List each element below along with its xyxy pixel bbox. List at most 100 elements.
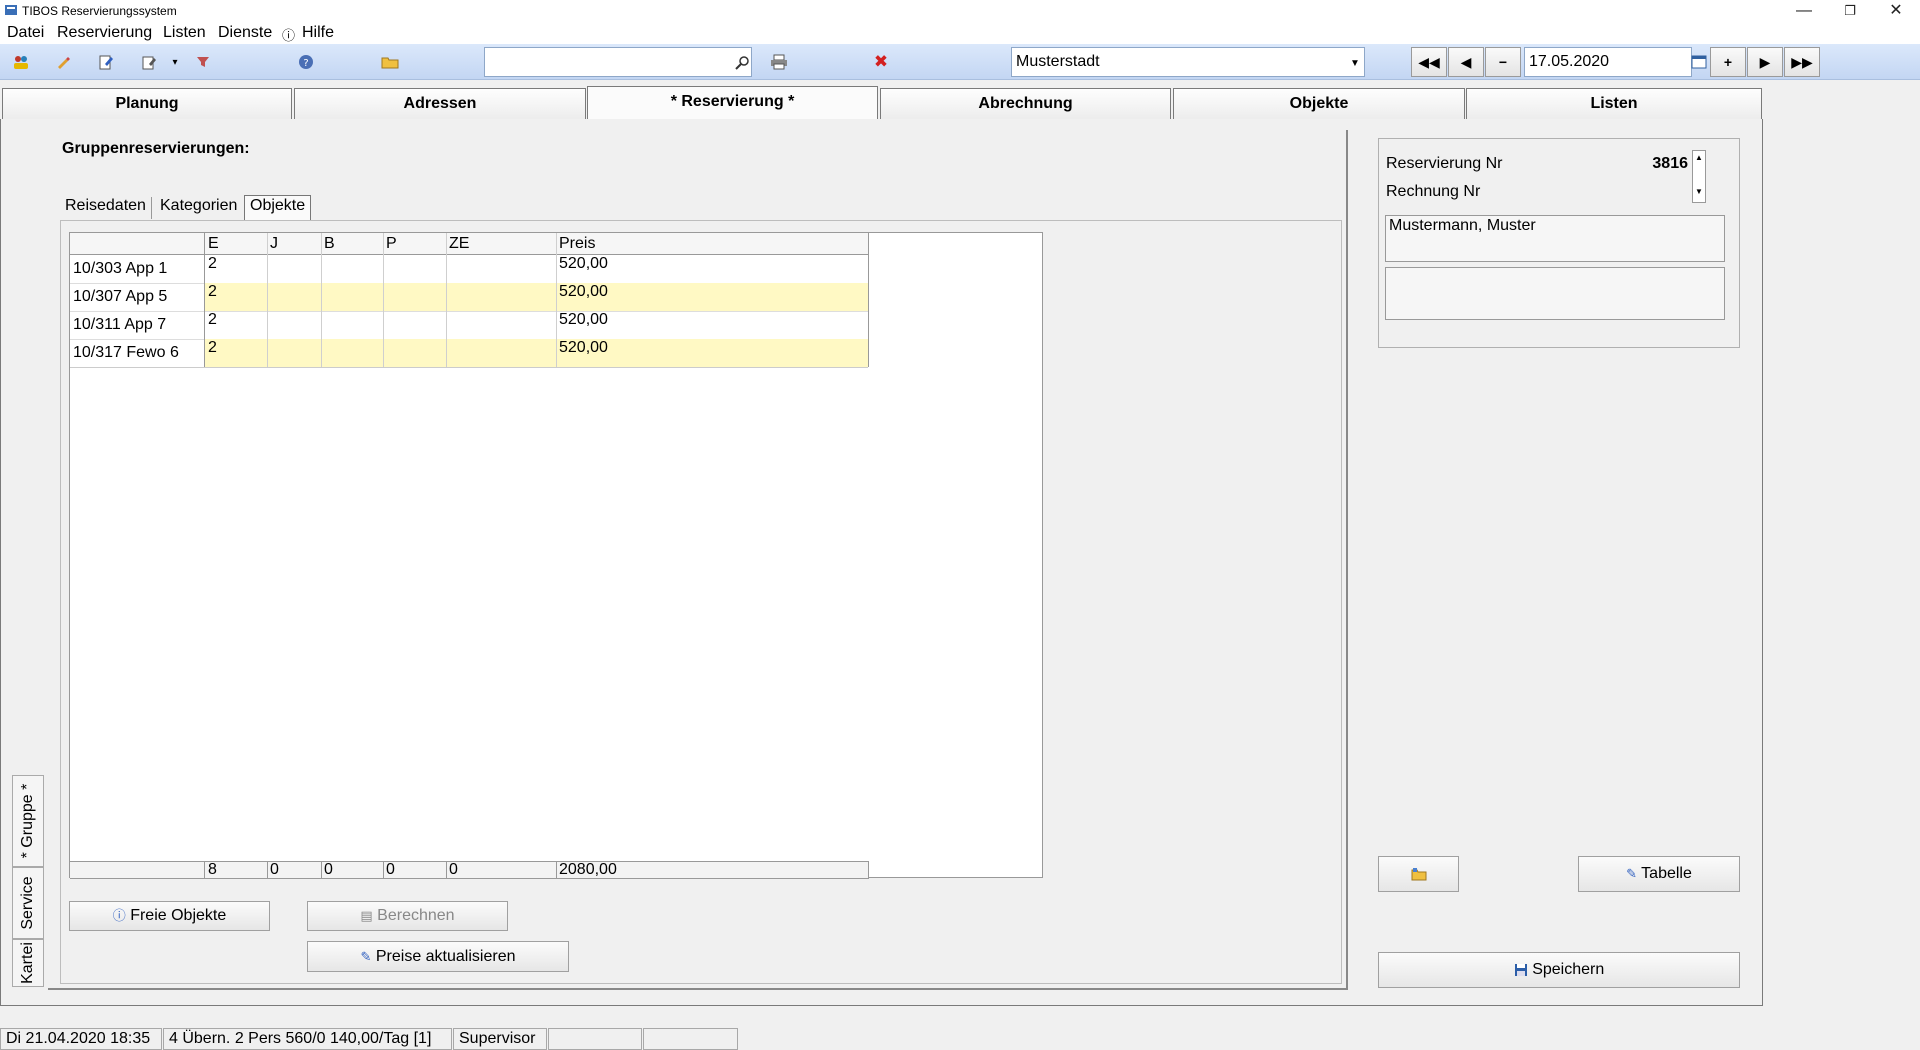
row-object-name[interactable]: 10/311 App 7 [70,311,204,339]
toolbar: ▾ ? ✖ Musterstadt ▼ ◀◀ ◀ − 17.05.2020 + … [0,44,1920,80]
side-tab-gruppe[interactable]: * Gruppe * [12,775,44,867]
menu-listen[interactable]: Listen [163,24,206,42]
document-print-icon[interactable] [140,53,158,71]
menu-bar: Datei Reservierung Listen Dienste ⓘ Hilf… [0,22,1920,44]
cell-preis[interactable]: 520,00 [556,337,868,359]
svg-text:?: ? [303,58,308,69]
search-input[interactable] [484,47,752,77]
reservation-spinner[interactable]: ▲ ▼ [1692,150,1706,203]
minimize-button[interactable]: — [1781,0,1827,22]
menu-datei[interactable]: Datei [7,24,44,42]
close-window-button[interactable]: ✕ [1873,0,1919,22]
users-icon[interactable] [12,53,30,71]
location-select[interactable]: Musterstadt [1011,47,1365,77]
chevron-down-icon[interactable]: ▼ [1346,54,1364,72]
help-circle-icon[interactable]: ? [297,53,315,71]
row-object-name[interactable]: 10/307 App 5 [70,283,204,311]
cell-preis[interactable]: 520,00 [556,281,868,303]
search-icon[interactable] [733,54,751,72]
freie-objekte-button[interactable]: ⓘ Freie Objekte [69,901,270,931]
row-separator [70,367,868,368]
spinner-down-icon[interactable]: ▼ [1695,187,1703,196]
speichern-button[interactable]: Speichern [1378,952,1740,988]
printer-icon[interactable] [770,53,788,71]
status-empty [643,1028,738,1050]
tabelle-button[interactable]: ✎ Tabelle [1578,856,1740,892]
spinner-up-icon[interactable]: ▲ [1695,153,1703,162]
restore-button[interactable]: ❐ [1827,0,1873,22]
tab-abrechnung[interactable]: Abrechnung [880,88,1171,120]
cell-e[interactable]: 2 [205,253,267,275]
subtab-divider [151,197,152,219]
edit-document-icon[interactable] [97,53,115,71]
subtab-objekte[interactable]: Objekte [244,195,312,221]
column-line [868,861,869,879]
preise-aktualisieren-button[interactable]: ✎ Preise aktualisieren [307,941,569,972]
delete-icon[interactable]: ✖ [872,52,890,71]
app-icon [5,5,17,15]
menu-reservierung[interactable]: Reservierung [57,24,152,42]
save-icon [1514,963,1527,976]
tab-objekte[interactable]: Objekte [1173,88,1465,120]
cell-e[interactable]: 2 [205,309,267,331]
cell-e[interactable]: 2 [205,281,267,303]
filter-icon[interactable] [194,53,212,71]
next-date-button[interactable]: ▶ [1747,47,1783,77]
column-header-e[interactable]: E [205,233,267,255]
side-tab-kartei[interactable]: Kartei [12,939,44,987]
reservierung-number: 3816 [1652,155,1688,172]
window-title: TIBOS Reservierungssystem [22,4,177,18]
column-header-preis[interactable]: Preis [556,233,868,255]
address-field[interactable]: Mustermann, Muster [1385,215,1725,262]
berechnen-button[interactable]: ▤ Berechnen [307,901,508,931]
total-p: 0 [386,861,395,878]
side-tab-service[interactable]: Service [12,867,44,939]
column-line [321,233,322,367]
reservierung-label: Reservierung Nr [1386,155,1503,172]
tab-listen[interactable]: Listen [1466,88,1762,120]
tab-reservierung[interactable]: * Reservierung * [587,86,878,120]
title-bar: TIBOS Reservierungssystem — ❐ ✕ [0,0,1920,22]
status-datetime: Di 21.04.2020 18:35 [0,1028,162,1050]
calendar-icon[interactable] [1690,53,1708,71]
column-header-j[interactable]: J [267,233,321,255]
column-header-ze[interactable]: ZE [446,233,556,255]
edit-icon: ✎ [360,949,372,964]
rechnung-label: Rechnung Nr [1386,183,1481,200]
previous-date-button[interactable]: ◀ [1448,47,1484,77]
status-user: Supervisor [453,1028,547,1050]
status-summary: 4 Übern. 2 Pers 560/0 140,00/Tag [1] [163,1028,452,1050]
subtab-kategorien[interactable]: Kategorien [155,195,242,221]
date-field[interactable]: 17.05.2020 [1524,47,1692,77]
help-icon: ⓘ [282,28,296,43]
column-line [868,233,869,367]
row-object-name[interactable]: 10/317 Fewo 6 [70,339,204,367]
subtab-reisedaten[interactable]: Reisedaten [60,195,151,221]
column-header-p[interactable]: P [383,233,446,255]
status-bar: Di 21.04.2020 18:35 4 Übern. 2 Pers 560/… [0,1026,1920,1050]
new-item-button[interactable] [1378,856,1459,892]
plus-button[interactable]: + [1710,47,1746,77]
pencil-icon[interactable] [54,53,72,71]
total-preis: 2080,00 [559,861,617,878]
cell-preis[interactable]: 520,00 [556,309,868,331]
cell-e[interactable]: 2 [205,337,267,359]
total-j: 0 [270,861,279,878]
dropdown-arrow-icon[interactable]: ▾ [170,53,180,71]
minus-button[interactable]: − [1485,47,1521,77]
first-date-button[interactable]: ◀◀ [1411,47,1447,77]
row-object-name[interactable]: 10/303 App 1 [70,255,204,283]
last-date-button[interactable]: ▶▶ [1784,47,1820,77]
tab-adressen[interactable]: Adressen [294,88,586,120]
note-field[interactable] [1385,267,1725,320]
total-ze: 0 [449,861,458,878]
column-header-b[interactable]: B [321,233,383,255]
menu-hilfe[interactable]: Hilfe [302,24,334,42]
speichern-label: Speichern [1532,961,1605,978]
folder-new-icon [1411,867,1426,881]
berechnen-label: Berechnen [377,907,455,924]
cell-preis[interactable]: 520,00 [556,253,868,275]
menu-dienste[interactable]: Dienste [218,24,272,42]
folder-icon[interactable] [381,53,399,71]
tab-planung[interactable]: Planung [2,88,292,120]
